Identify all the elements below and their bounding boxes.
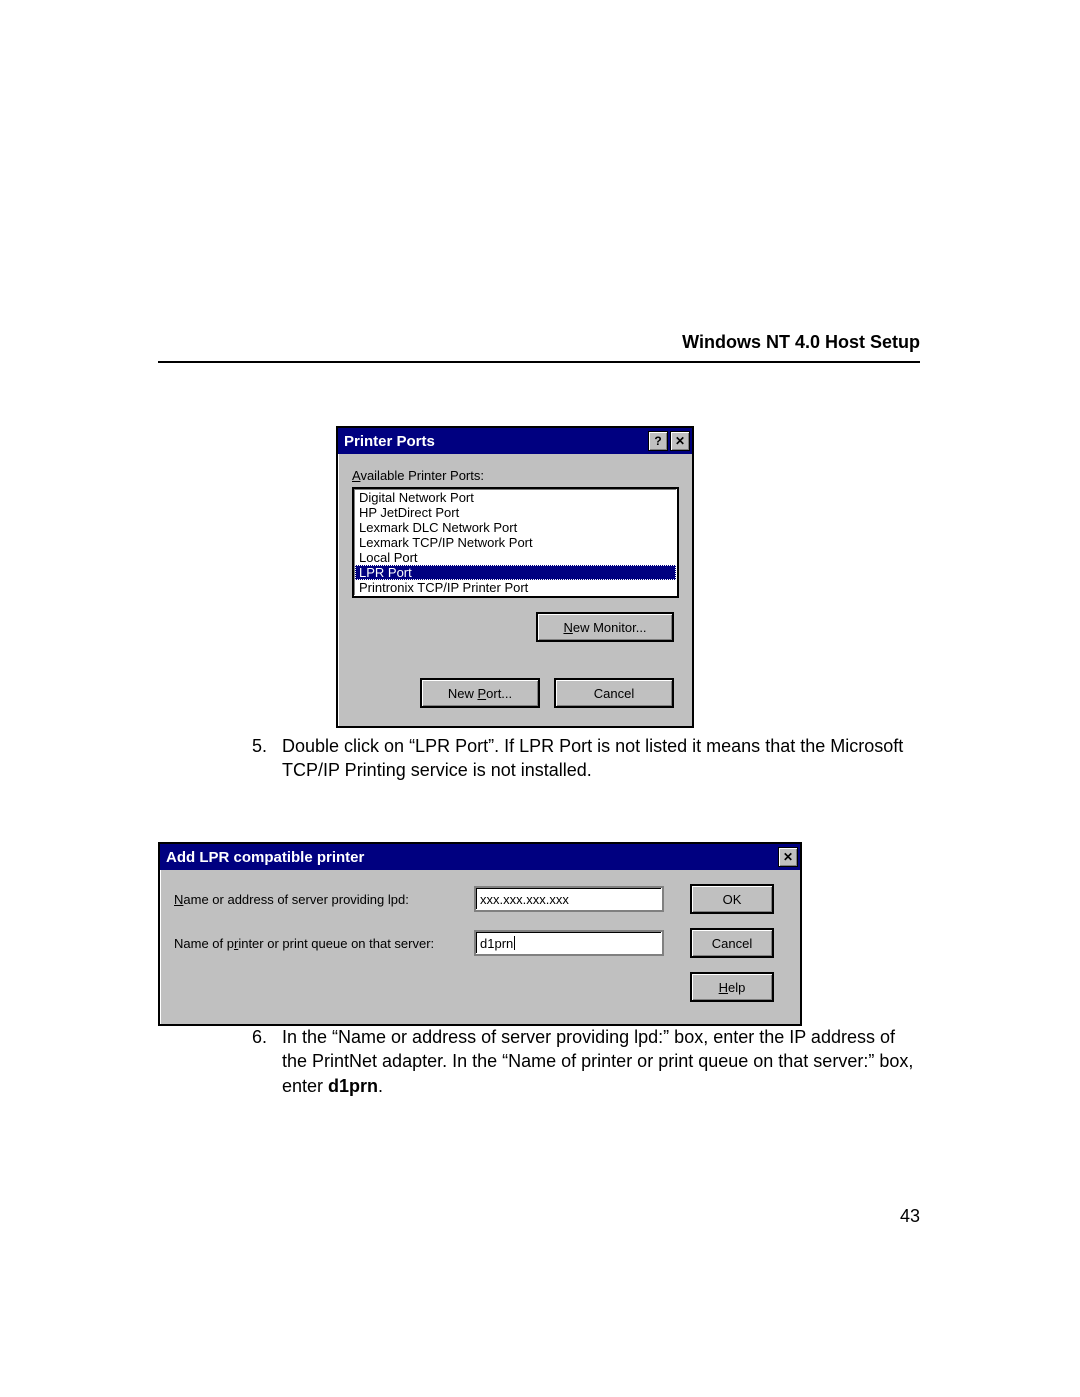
server-label: Name or address of server providing lpd: [174, 892, 464, 907]
close-icon[interactable]: ✕ [670, 431, 690, 451]
list-item[interactable]: Digital Network Port [355, 490, 676, 505]
available-ports-label: Available Printer Ports: [352, 468, 678, 483]
new-port-button[interactable]: New Port... [420, 678, 540, 708]
server-address-input[interactable]: xxx.xxx.xxx.xxx [474, 886, 664, 912]
list-item[interactable]: LPR Port [355, 565, 676, 580]
page-number: 43 [900, 1206, 920, 1227]
add-lpr-dialog: Add LPR compatible printer ✕ Name or add… [158, 842, 802, 1026]
printer-queue-input[interactable]: d1prn [474, 930, 664, 956]
printer-ports-titlebar[interactable]: Printer Ports ? ✕ [338, 428, 692, 454]
cancel-button[interactable]: Cancel [690, 928, 774, 958]
step-6: 6. In the “Name or address of server pro… [252, 1025, 922, 1098]
add-lpr-titlebar[interactable]: Add LPR compatible printer ✕ [160, 844, 800, 870]
available-ports-listbox[interactable]: Digital Network PortHP JetDirect PortLex… [352, 487, 679, 598]
printer-queue-value: d1prn [480, 936, 513, 951]
available-ports-label-text: vailable Printer Ports: [360, 468, 484, 483]
list-item[interactable]: Lexmark TCP/IP Network Port [355, 535, 676, 550]
list-item[interactable]: Local Port [355, 550, 676, 565]
queue-label: Name of printer or print queue on that s… [174, 936, 464, 951]
cancel-button[interactable]: Cancel [554, 678, 674, 708]
page-header: Windows NT 4.0 Host Setup [158, 332, 920, 353]
printer-ports-title: Printer Ports [344, 433, 646, 450]
help-button[interactable]: Help [690, 972, 774, 1002]
list-item[interactable]: Lexmark DLC Network Port [355, 520, 676, 535]
list-item[interactable]: Printronix TCP/IP Printer Port [355, 580, 676, 595]
text-caret [514, 936, 515, 950]
step-5-text: Double click on “LPR Port”. If LPR Port … [282, 734, 922, 783]
printer-ports-dialog: Printer Ports ? ✕ Available Printer Port… [336, 426, 694, 728]
add-lpr-title: Add LPR compatible printer [166, 849, 776, 866]
new-monitor-button[interactable]: New Monitor... [536, 612, 674, 642]
step-6-number: 6. [252, 1025, 282, 1098]
help-icon[interactable]: ? [648, 431, 668, 451]
list-item[interactable]: HP JetDirect Port [355, 505, 676, 520]
ok-button[interactable]: OK [690, 884, 774, 914]
step-5-number: 5. [252, 734, 282, 783]
server-address-value: xxx.xxx.xxx.xxx [480, 892, 569, 907]
step-5: 5. Double click on “LPR Port”. If LPR Po… [252, 734, 922, 783]
header-rule [158, 361, 920, 363]
step-6-text: In the “Name or address of server provid… [282, 1025, 922, 1098]
close-icon[interactable]: ✕ [778, 847, 798, 867]
